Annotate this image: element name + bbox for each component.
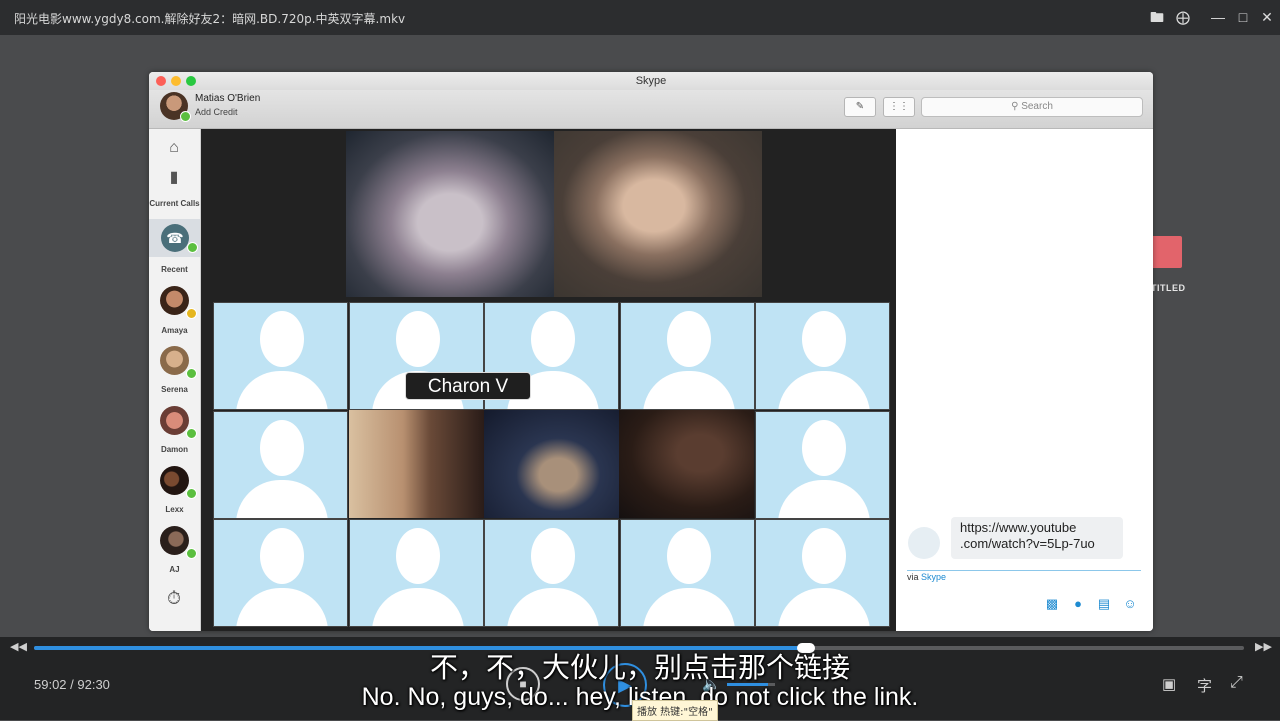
placeholder-participant[interactable] [619,519,755,627]
default-avatar-body [236,479,328,518]
default-avatar-body [236,588,328,626]
call-status-icon [187,242,198,253]
default-avatar-icon [531,528,576,584]
minimize-traffic-light[interactable] [171,76,181,86]
online-status-icon [186,548,197,559]
participant-name-label: Charon V [405,372,531,400]
default-avatar-body [507,588,600,626]
current-calls-label: Current Calls [149,199,200,208]
contact-label-amaya[interactable]: Amaya [149,326,200,335]
background-app-tile [1150,236,1182,268]
default-avatar-body [236,371,328,409]
home-icon[interactable]: ⌂ [163,137,185,159]
group-video-call: Charon V [201,129,896,631]
via-label: via Skype [907,572,946,582]
video-participant-3[interactable] [349,410,484,518]
skype-title: Skype [635,75,667,87]
default-avatar-icon [802,528,847,584]
placeholder-participant[interactable] [755,302,891,410]
maximize-icon[interactable]: □ [1234,8,1252,26]
pin-icon[interactable]: ⨁ [1174,8,1192,26]
user-name[interactable]: Matias O'Brien [195,93,260,104]
contact-label-lexx[interactable]: Lexx [149,505,200,514]
close-icon[interactable]: ✕ [1258,8,1276,26]
contact-avatar-serena[interactable] [160,346,189,375]
player-title-bar: 阳光电影www.ygdy8.com.解除好友2：暗网.BD.720p.中英双字幕… [0,0,1280,35]
skype-window: Skype Matias O'Brien Add Credit ✎ ⋮⋮ ⚲ S… [149,72,1153,631]
background-label: TITLED [1151,283,1186,293]
send-file-icon[interactable]: ▩ [1044,596,1060,612]
placeholder-participant[interactable] [213,519,348,627]
sender-avatar [908,527,940,559]
window-title: 阳光电影www.ygdy8.com.解除好友2：暗网.BD.720p.中英双字幕… [14,12,406,26]
placeholder-participant[interactable] [213,302,348,410]
contact-avatar-lexx[interactable] [160,466,189,495]
play-tooltip: 播放 热键:"空格" [632,700,718,721]
contact-avatar-amaya[interactable] [160,286,189,315]
video-participant-5[interactable] [619,410,754,518]
default-avatar-icon [260,528,304,584]
default-avatar-body [642,588,735,626]
contacts-book-icon[interactable]: ▮ [163,167,185,189]
away-status-icon [186,308,197,319]
chat-message-link[interactable]: https://www.youtube .com/watch?v=5Lp-7uo [951,517,1123,559]
default-avatar-icon [802,419,847,476]
contact-label-aj[interactable]: AJ [149,565,200,574]
contact-avatar-damon[interactable] [160,406,189,435]
default-avatar-icon [802,311,847,367]
via-skype-link[interactable]: Skype [921,572,946,582]
emoticon-icon[interactable]: ☺ [1122,596,1138,612]
default-avatar-body [642,371,735,409]
zoom-traffic-light[interactable] [186,76,196,86]
add-credit-link[interactable]: Add Credit [195,107,238,117]
default-avatar-icon [395,528,440,584]
chat-pane: https://www.youtube .com/watch?v=5Lp-7uo… [896,129,1153,631]
skype-toolbar: Matias O'Brien Add Credit ✎ ⋮⋮ ⚲ Search [149,90,1153,129]
dialpad-button[interactable]: ⋮⋮ [883,97,915,117]
subtitle-chinese: 不，不，大伙儿，别点击那个链接 [429,651,850,684]
skype-title-bar: Skype [149,72,1153,90]
placeholder-participant[interactable] [755,519,891,627]
default-avatar-icon [666,528,711,584]
search-placeholder: Search [1021,101,1053,112]
default-avatar-body [778,371,871,409]
online-status-icon [180,111,191,122]
default-avatar-icon [395,311,440,367]
default-avatar-body [778,479,871,518]
placeholder-participant[interactable] [348,519,484,627]
online-status-icon [186,488,197,499]
placeholder-participant[interactable] [619,302,755,410]
default-avatar-icon [531,311,576,367]
default-avatar-icon [260,311,304,367]
minimize-icon[interactable]: — [1209,8,1227,26]
online-status-icon [186,428,197,439]
default-avatar-icon [666,311,711,367]
default-avatar-body [371,588,464,626]
contact-card-icon[interactable]: ▤ [1096,596,1112,612]
default-avatar-body [778,588,871,626]
close-traffic-light[interactable] [156,76,166,86]
video-participant-2[interactable] [554,131,762,297]
placeholder-participant[interactable] [484,519,620,627]
video-participant-4[interactable] [484,410,619,518]
via-text: via [907,572,919,582]
search-input[interactable]: ⚲ Search [921,97,1143,117]
placeholder-participant[interactable] [213,410,348,519]
contact-label-serena[interactable]: Serena [149,385,200,394]
skype-sidebar: ⌂ ▮ Current Calls ☎ Recent Amaya Serena … [149,129,201,631]
recent-label: Recent [161,265,188,274]
video-participant-1[interactable] [346,131,554,297]
contact-avatar-aj[interactable] [160,526,189,555]
history-clock-icon[interactable]: ⏱ [163,587,185,609]
default-avatar-icon [260,419,304,476]
contact-label-damon[interactable]: Damon [149,445,200,454]
divider [907,570,1141,571]
location-pin-icon[interactable]: ● [1070,596,1086,612]
folder-icon[interactable]: 🖿 [1148,8,1166,26]
compose-button[interactable]: ✎ [844,97,876,117]
phone-icon[interactable]: ☎ [161,224,189,252]
placeholder-participant[interactable] [755,410,891,519]
online-status-icon [186,368,197,379]
